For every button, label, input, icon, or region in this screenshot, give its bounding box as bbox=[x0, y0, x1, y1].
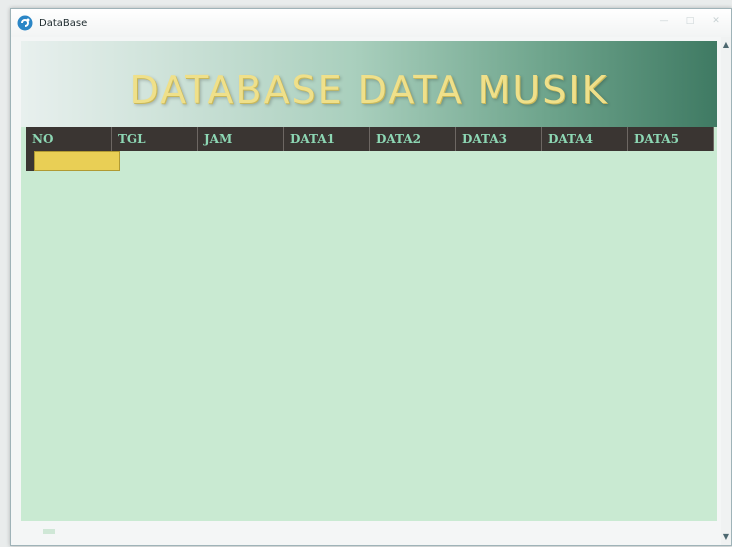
column-header-jam[interactable]: JAM bbox=[198, 127, 284, 151]
scroll-up-arrow-icon[interactable]: ▲ bbox=[721, 39, 731, 51]
column-header-data3[interactable]: DATA3 bbox=[456, 127, 542, 151]
vertical-scrollbar[interactable]: ▲ ▼ bbox=[721, 37, 731, 545]
column-header-data4[interactable]: DATA4 bbox=[542, 127, 628, 151]
banner-title: DATABASE DATA MUSIK bbox=[129, 68, 609, 112]
window-title: DataBase bbox=[39, 17, 88, 29]
app-window: DataBase — □ ✕ DATABASE DATA MUSIK NO TG… bbox=[10, 8, 732, 546]
grid-new-row bbox=[26, 151, 120, 171]
status-indicator bbox=[43, 529, 55, 534]
row-selector[interactable] bbox=[26, 151, 34, 171]
form-client-area: DATABASE DATA MUSIK NO TGL JAM DATA1 DAT… bbox=[21, 41, 717, 521]
scroll-down-arrow-icon[interactable]: ▼ bbox=[721, 531, 731, 543]
column-header-data2[interactable]: DATA2 bbox=[370, 127, 456, 151]
title-bar[interactable]: DataBase — □ ✕ bbox=[11, 9, 731, 37]
active-grid-cell[interactable] bbox=[34, 151, 120, 171]
column-header-no[interactable]: NO bbox=[26, 127, 112, 151]
maximize-button[interactable]: □ bbox=[679, 14, 701, 28]
banner: DATABASE DATA MUSIK bbox=[21, 41, 717, 127]
status-bar bbox=[21, 523, 717, 541]
window-controls: — □ ✕ bbox=[653, 14, 727, 28]
column-header-data5[interactable]: DATA5 bbox=[628, 127, 714, 151]
column-header-tgl[interactable]: TGL bbox=[112, 127, 198, 151]
app-logo-icon bbox=[17, 15, 33, 31]
close-button[interactable]: ✕ bbox=[705, 14, 727, 28]
data-grid-header: NO TGL JAM DATA1 DATA2 DATA3 DATA4 DATA5 bbox=[26, 127, 714, 151]
column-header-data1[interactable]: DATA1 bbox=[284, 127, 370, 151]
minimize-button[interactable]: — bbox=[653, 14, 675, 28]
